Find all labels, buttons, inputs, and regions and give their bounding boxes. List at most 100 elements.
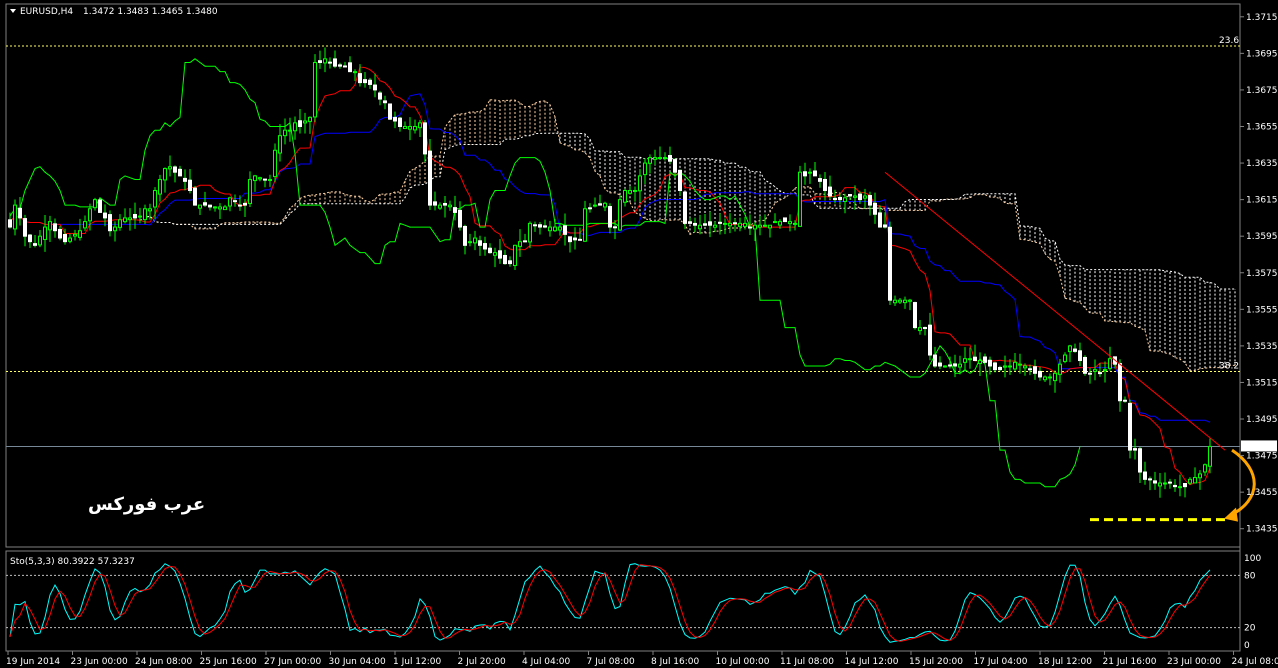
candle-body <box>493 252 497 256</box>
candle-body <box>933 354 937 367</box>
candle-body <box>853 195 857 198</box>
candle-body <box>748 226 752 229</box>
candle-body <box>538 224 542 228</box>
candle-body <box>63 233 67 243</box>
candle-body <box>143 208 147 221</box>
time-tick-label: 25 Jun 16:00 <box>200 657 257 667</box>
candle-body <box>38 235 42 246</box>
candle-body <box>1038 370 1042 378</box>
price-tick-label: 1.3715 <box>1246 13 1278 23</box>
stoch-level-label: 0 <box>1244 641 1250 651</box>
candle-body <box>1178 486 1182 489</box>
candle-body <box>328 61 332 64</box>
candle-body <box>698 224 702 230</box>
candle-body <box>978 360 982 364</box>
price-tick-label: 1.3615 <box>1246 196 1278 206</box>
candle-body <box>428 150 432 206</box>
time-tick-label: 15 Jul 20:00 <box>909 657 963 667</box>
candle-body <box>1198 473 1202 479</box>
candle-body <box>863 195 867 199</box>
price-tick-label: 1.3555 <box>1246 305 1278 315</box>
candle-body <box>1168 481 1172 484</box>
chart-background <box>0 0 1278 668</box>
candle-body <box>348 62 352 73</box>
candle-body <box>918 327 922 332</box>
candle-body <box>388 103 392 120</box>
candle-body <box>858 193 862 201</box>
candle-body <box>613 226 617 229</box>
price-axis: 1.3715 1.3695 1.3675 1.3655 1.3635 1.3615 1.35… <box>1240 13 1278 535</box>
candle-body <box>303 120 307 124</box>
candle-body <box>318 60 322 64</box>
candle-body <box>1058 363 1062 375</box>
candle-body <box>88 208 92 222</box>
time-tick-label: 21 Jul 16:00 <box>1103 657 1157 667</box>
candle-body <box>288 129 292 132</box>
price-tick-label: 1.3455 <box>1246 488 1278 498</box>
candle-body <box>508 260 512 265</box>
candle-body <box>523 240 527 243</box>
candle-body <box>218 206 222 210</box>
candle-body <box>1133 448 1137 451</box>
candle-body <box>553 226 557 232</box>
time-tick-label: 2 Jul 20:00 <box>458 657 507 667</box>
candle-body <box>663 157 667 160</box>
candle-body <box>503 254 507 265</box>
candle-body <box>233 200 237 203</box>
candle-body <box>1153 480 1157 484</box>
candle-body <box>558 226 562 231</box>
candle-body <box>1173 484 1177 488</box>
candle-body <box>343 65 347 68</box>
candle-body <box>1138 448 1142 473</box>
candle-body <box>1048 376 1052 379</box>
candle-body <box>413 125 417 131</box>
candle-body <box>203 202 207 206</box>
candle-body <box>903 299 907 304</box>
candle-body <box>533 224 537 227</box>
candle-body <box>753 224 757 230</box>
candle-body <box>568 236 572 243</box>
candle-body <box>883 224 887 228</box>
candle-body <box>153 189 157 208</box>
candle-body <box>543 225 547 228</box>
candle-body <box>1183 483 1187 488</box>
candle-body <box>678 169 682 191</box>
time-tick-label: 1 Jul 12:00 <box>393 657 442 667</box>
candle-body <box>1043 376 1047 381</box>
candle-body <box>433 201 437 206</box>
price-tick-label: 1.3675 <box>1246 86 1278 96</box>
candle-body <box>383 100 387 104</box>
candle-body <box>43 226 47 240</box>
candle-body <box>878 212 882 228</box>
candle-body <box>718 221 722 224</box>
candle-body <box>513 244 517 266</box>
candle-body <box>1098 372 1102 375</box>
candle-body <box>1033 366 1037 374</box>
candle-body <box>58 228 62 239</box>
watermark-text: عرب فوركس <box>88 494 205 515</box>
candle-body <box>623 189 627 203</box>
candle-body <box>1008 365 1012 368</box>
candle-body <box>98 199 102 213</box>
candle-body <box>793 222 797 225</box>
candle-body <box>1068 345 1072 353</box>
candle-body <box>843 197 847 202</box>
candle-body <box>518 241 522 247</box>
candle-body <box>353 71 357 74</box>
candle-body <box>193 187 197 206</box>
candle-body <box>1158 482 1162 487</box>
time-tick-label: 11 Jul 08:00 <box>780 657 834 667</box>
candle-body <box>333 58 337 67</box>
candle-body <box>773 221 777 224</box>
candle-body <box>198 204 202 209</box>
candle-body <box>1093 369 1097 372</box>
candle-body <box>338 64 342 67</box>
candle-body <box>943 365 947 368</box>
candle-body <box>448 204 452 208</box>
price-chart[interactable]: 23.6 38.2 100 80 20 0 1.3715 1.3695 1.3675 1.36… <box>0 0 1278 668</box>
candle-body <box>13 204 17 230</box>
candle-body <box>458 209 462 228</box>
candle-body <box>453 207 457 213</box>
price-tick-label: 1.3655 <box>1246 122 1278 132</box>
candle-body <box>248 179 252 205</box>
